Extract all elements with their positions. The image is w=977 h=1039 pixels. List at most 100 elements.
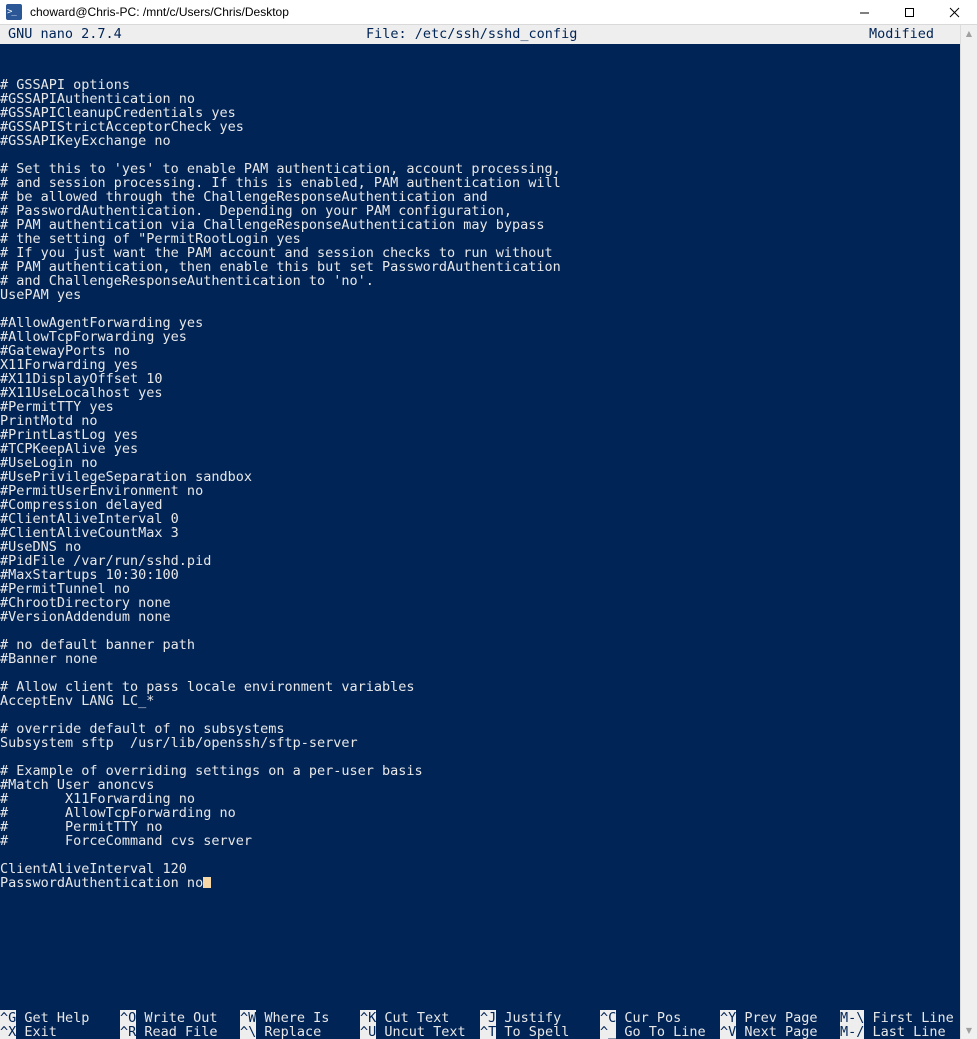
window-title: choward@Chris-PC: /mnt/c/Users/Chris/Des… (30, 5, 289, 19)
shortcut-item[interactable]: ^_ Go To Line (600, 1024, 706, 1039)
shortcut-label: Next Page (736, 1024, 818, 1039)
shortcut-item[interactable]: M-/ Last Line (840, 1024, 946, 1039)
nano-version-label: GNU nano 2.7.4 (8, 26, 122, 42)
shortcut-item[interactable]: ^X Exit (0, 1024, 57, 1039)
editor-line: #UseLogin no (0, 455, 98, 471)
editor-line: #PidFile /var/run/sshd.pid (0, 553, 212, 569)
text-cursor (203, 877, 212, 888)
shortcut-label: Uncut Text (376, 1024, 466, 1039)
shortcut-key: ^\ (240, 1024, 257, 1039)
editor-line: #Banner none (0, 651, 98, 667)
shortcut-key: ^R (120, 1024, 137, 1039)
shortcut-item[interactable]: ^C Cur Pos (600, 1010, 681, 1026)
editor-line: ClientAliveInterval 120 (0, 861, 187, 877)
editor-line: # Allow client to pass locale environmen… (0, 679, 415, 695)
editor-line: #GSSAPIStrictAcceptorCheck yes (0, 119, 244, 135)
editor-line: #X11UseLocalhost yes (0, 385, 163, 401)
shortcut-label: Last Line (864, 1024, 946, 1039)
editor-line: X11Forwarding yes (0, 357, 139, 373)
editor-line: # PAM authentication, then enable this b… (0, 259, 561, 275)
shortcut-item[interactable]: ^V Next Page (720, 1024, 818, 1039)
close-button[interactable] (932, 0, 977, 24)
shortcut-key: ^X (0, 1024, 17, 1039)
editor-line: #MaxStartups 10:30:100 (0, 567, 179, 583)
shortcut-item[interactable]: ^W Where Is (240, 1010, 329, 1026)
editor-line: # AllowTcpForwarding no (0, 805, 236, 821)
shortcut-item[interactable]: ^J Justify (480, 1010, 561, 1026)
nano-filename-label: File: /etc/ssh/sshd_config (366, 26, 578, 42)
terminal-window[interactable]: GNU nano 2.7.4 File: /etc/ssh/sshd_confi… (0, 25, 977, 1039)
nano-header-bar: GNU nano 2.7.4 File: /etc/ssh/sshd_confi… (0, 25, 961, 44)
editor-line: #PermitUserEnvironment no (0, 483, 204, 499)
shortcut-item[interactable]: M-\ First Line (840, 1010, 954, 1026)
shortcut-key: ^_ (600, 1024, 617, 1039)
window-titlebar[interactable]: choward@Chris-PC: /mnt/c/Users/Chris/Des… (0, 0, 977, 25)
editor-line: #UseDNS no (0, 539, 82, 555)
editor-line: # be allowed through the ChallengeRespon… (0, 189, 488, 205)
editor-line: # PermitTTY no (0, 819, 163, 835)
shortcut-label: Exit (16, 1024, 57, 1039)
editor-line: # If you just want the PAM account and s… (0, 245, 553, 261)
shortcut-item[interactable]: ^T To Spell (480, 1024, 570, 1039)
minimize-button[interactable] (842, 0, 887, 24)
shortcut-item[interactable]: ^\ Replace (240, 1024, 322, 1039)
editor-line: # GSSAPI options (0, 77, 131, 93)
shortcut-row-1: ^G Get Help ^O Write Out ^W Where Is ^K Cut… (0, 1010, 961, 1026)
nano-modified-status: Modified (869, 26, 935, 42)
editor-line: # and ChallengeResponseAuthentication to… (0, 273, 374, 289)
shortcut-key: M-/ (840, 1024, 865, 1039)
editor-line: #X11DisplayOffset 10 (0, 371, 163, 387)
nano-shortcut-bar: ^G Get Help ^O Write Out ^W Where Is ^K Cut… (0, 1009, 961, 1039)
shortcut-item[interactable]: ^K Cut Text (360, 1010, 449, 1026)
maximize-button[interactable] (887, 0, 932, 24)
scroll-down-arrow-icon[interactable]: ▼ (961, 1022, 977, 1039)
shortcut-label: To Spell (496, 1024, 570, 1039)
shortcut-item[interactable]: ^G Get Help (0, 1010, 89, 1026)
editor-line: #VersionAddendum none (0, 609, 171, 625)
window-controls (842, 0, 977, 24)
shortcut-item[interactable]: ^U Uncut Text (360, 1024, 466, 1039)
shortcut-label: Replace (256, 1024, 322, 1039)
editor-line: #UsePrivilegeSeparation sandbox (0, 469, 252, 485)
editor-line: # Set this to 'yes' to enable PAM authen… (0, 161, 561, 177)
editor-line: AcceptEnv LANG LC_* (0, 693, 155, 709)
editor-line: # PAM authentication via ChallengeRespon… (0, 217, 545, 233)
shortcut-row-2: ^X Exit ^R Read File ^\ Replace ^U Uncut Te… (0, 1024, 961, 1039)
shortcut-item[interactable]: ^Y Prev Page (720, 1010, 818, 1026)
editor-line: # override default of no subsystems (0, 721, 285, 737)
editor-line: #Compression delayed (0, 497, 163, 513)
editor-line: #PrintLastLog yes (0, 427, 139, 443)
terminal-prompt-icon (6, 4, 22, 20)
shortcut-key: ^T (480, 1024, 497, 1039)
editor-line: #AllowTcpForwarding yes (0, 329, 187, 345)
editor-line: #GSSAPICleanupCredentials yes (0, 105, 236, 121)
editor-line: Subsystem sftp /usr/lib/openssh/sftp-ser… (0, 735, 358, 751)
editor-line: # and session processing. If this is ena… (0, 175, 561, 191)
editor-line: PasswordAuthentication no (0, 876, 961, 890)
vertical-scrollbar[interactable]: ▲ ▼ (960, 25, 977, 1039)
editor-line: #Match User anoncvs (0, 777, 155, 793)
editor-line: #PermitTTY yes (0, 399, 114, 415)
editor-line: # X11Forwarding no (0, 791, 196, 807)
editor-line: # the setting of "PermitRootLogin yes (0, 231, 301, 247)
editor-line: # Example of overriding settings on a pe… (0, 763, 423, 779)
editor-line: UsePAM yes (0, 287, 82, 303)
nano-editor-text[interactable]: # GSSAPI options #GSSAPIAuthentication no… (0, 78, 961, 890)
shortcut-item[interactable]: ^O Write Out (120, 1010, 218, 1026)
shortcut-key: ^V (720, 1024, 737, 1039)
editor-line: #GSSAPIKeyExchange no (0, 133, 171, 149)
editor-line: # no default banner path (0, 637, 196, 653)
editor-line: #PermitTunnel no (0, 581, 131, 597)
editor-line: # PasswordAuthentication. Depending on y… (0, 203, 513, 219)
editor-line: #ClientAliveInterval 0 (0, 511, 179, 527)
shortcut-label: Go To Line (616, 1024, 706, 1039)
editor-line: PrintMotd no (0, 413, 98, 429)
shortcut-item[interactable]: ^R Read File (120, 1024, 218, 1039)
editor-line: #TCPKeepAlive yes (0, 441, 139, 457)
scroll-up-arrow-icon[interactable]: ▲ (961, 25, 977, 42)
